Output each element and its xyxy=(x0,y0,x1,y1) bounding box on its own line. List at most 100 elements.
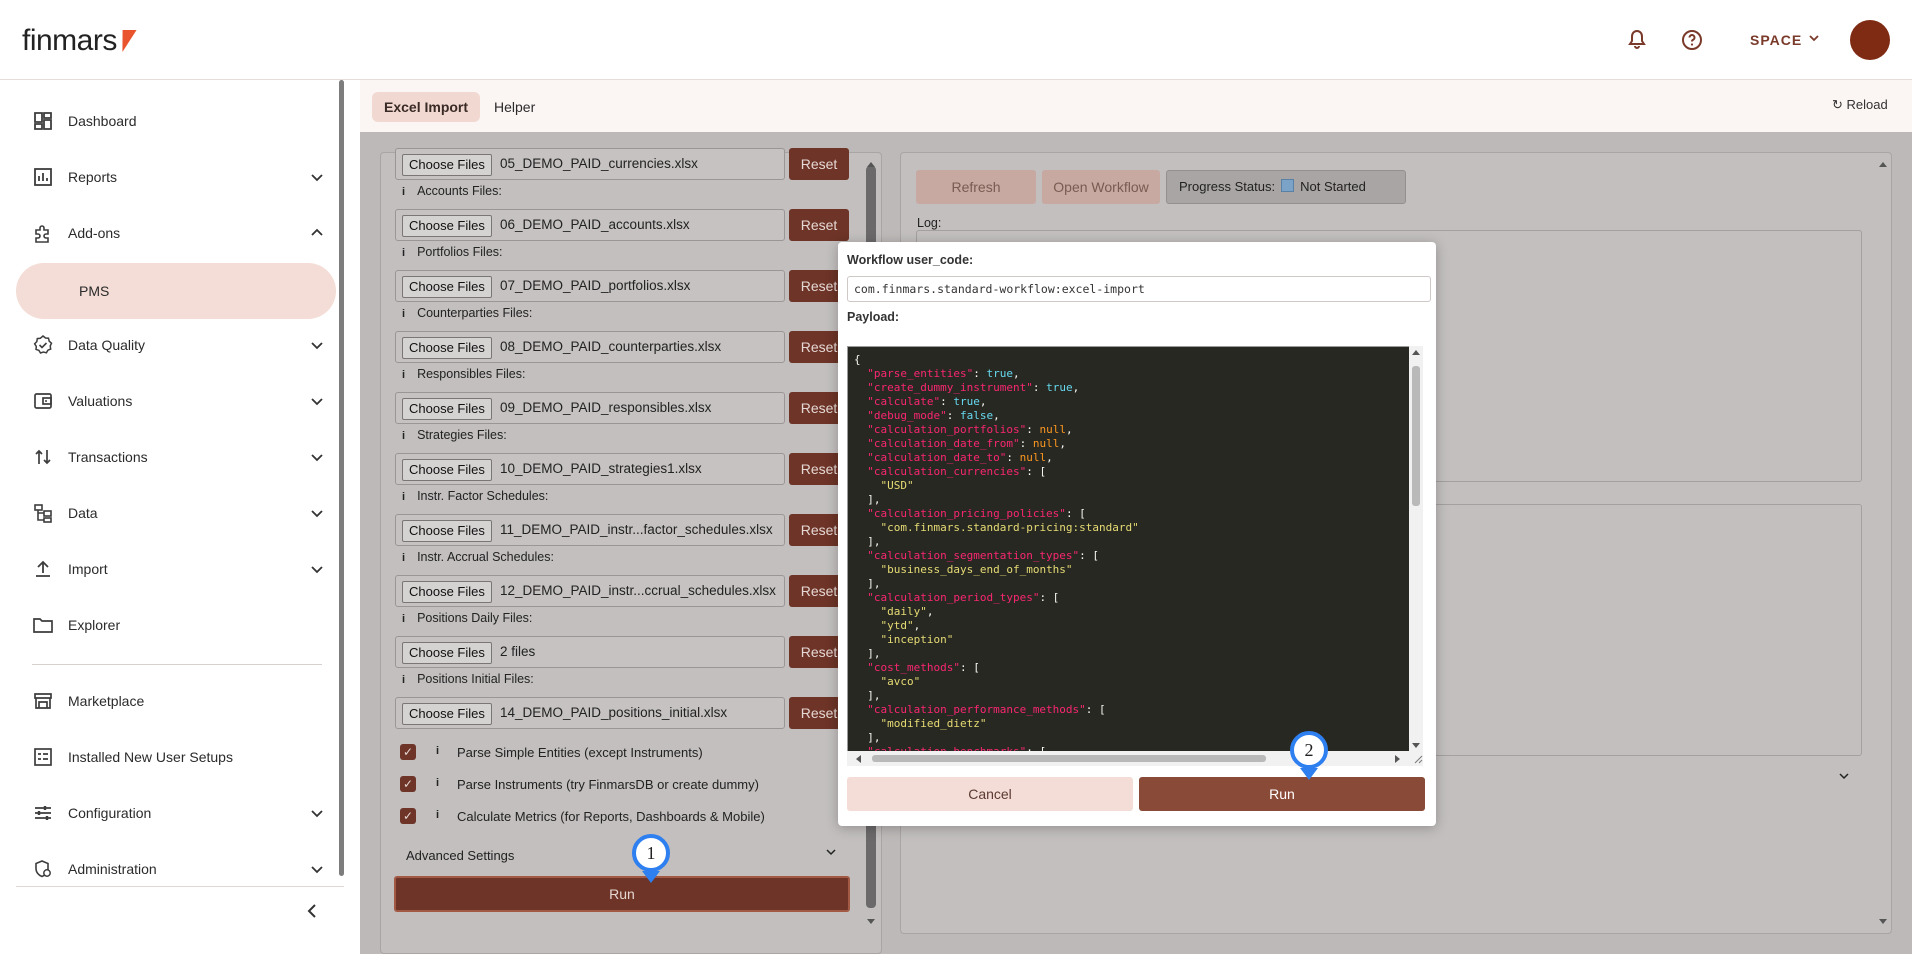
chevron-down-icon[interactable] xyxy=(310,170,324,184)
file-input-row: Choose Files 05_DEMO_PAID_currencies.xlsx xyxy=(395,148,785,180)
chevron-down-icon[interactable] xyxy=(310,806,324,820)
tab-helper[interactable]: Helper xyxy=(482,92,547,122)
choose-files-button[interactable]: Choose Files xyxy=(402,642,492,664)
sidebar-item-transactions[interactable]: Transactions xyxy=(16,434,336,480)
verified-badge-icon xyxy=(33,335,53,354)
scroll-left-icon[interactable] xyxy=(855,755,862,763)
finmars-logo[interactable]: finmars xyxy=(22,24,137,58)
chevron-down-icon[interactable] xyxy=(310,450,324,464)
run-import-button[interactable]: Run xyxy=(394,876,850,912)
scroll-right-icon[interactable] xyxy=(1394,755,1401,763)
checklist-icon xyxy=(34,748,52,766)
payload-horizontal-scroll-thumb[interactable] xyxy=(872,755,1266,762)
choose-files-button[interactable]: Choose Files xyxy=(402,337,492,359)
help-icon[interactable] xyxy=(1680,28,1704,52)
cancel-button[interactable]: Cancel xyxy=(847,777,1133,811)
payload-vertical-scroll-thumb[interactable] xyxy=(1412,366,1420,506)
scroll-down-icon[interactable] xyxy=(1412,742,1420,749)
file-input-row: Choose Files 08_DEMO_PAID_counterparties.… xyxy=(395,331,785,363)
sliders-icon xyxy=(35,806,51,820)
sidebar-item-label: PMS xyxy=(79,283,110,299)
checkbox-checked-icon[interactable]: ✓ xyxy=(400,808,416,824)
logo-mark-icon xyxy=(115,30,137,52)
checkbox-checked-icon[interactable]: ✓ xyxy=(400,776,416,792)
refresh-button[interactable]: Refresh xyxy=(916,170,1036,204)
chevron-down-icon[interactable] xyxy=(310,394,324,408)
file-group-label: i Instr. Factor Schedules: xyxy=(402,489,548,503)
file-input-row: Choose Files 12_DEMO_PAID_instr...ccrual_… xyxy=(395,575,785,607)
sidebar-item-add-ons[interactable]: Add-ons xyxy=(16,210,336,256)
scroll-up-icon[interactable] xyxy=(1878,160,1888,168)
sidebar-item-installed-new-user-setups[interactable]: Installed New User Setups xyxy=(16,734,336,780)
sidebar-item-label: Reports xyxy=(68,169,118,185)
chevron-down-icon[interactable] xyxy=(1808,32,1820,44)
selected-file-name: 05_DEMO_PAID_currencies.xlsx xyxy=(500,156,698,171)
chevron-down-icon[interactable] xyxy=(825,846,837,858)
choose-files-button[interactable]: Choose Files xyxy=(402,703,492,725)
chevron-down-icon[interactable] xyxy=(1838,770,1850,782)
bell-icon[interactable] xyxy=(1625,28,1649,52)
resize-handle-icon[interactable] xyxy=(1413,754,1423,764)
sidebar-item-label: Dashboard xyxy=(68,113,137,129)
sidebar-item-pms[interactable]: PMS xyxy=(16,263,336,319)
run-workflow-button[interactable]: Run xyxy=(1139,777,1425,811)
sidebar-item-label: Marketplace xyxy=(68,693,145,709)
sidebar-item-import[interactable]: Import xyxy=(16,546,336,592)
info-icon: i xyxy=(436,745,440,757)
avatar[interactable] xyxy=(1850,20,1890,60)
choose-files-button[interactable]: Choose Files xyxy=(402,215,492,237)
file-group-label: i Accounts Files: xyxy=(402,184,502,198)
info-icon: i xyxy=(402,430,406,442)
choose-files-button[interactable]: Choose Files xyxy=(402,520,492,542)
file-group-label: i Responsibles Files: xyxy=(402,367,525,381)
sidebar-item-configuration[interactable]: Configuration xyxy=(16,790,336,836)
sidebar-scrollbar[interactable] xyxy=(339,80,344,876)
reload-button[interactable]: ↻ Reload xyxy=(1832,97,1888,113)
chevron-down-icon[interactable] xyxy=(310,338,324,352)
file-group-text: Accounts Files: xyxy=(417,184,502,198)
progress-status: Progress Status: Not Started xyxy=(1166,170,1406,204)
sidebar-item-explorer[interactable]: Explorer xyxy=(16,602,336,648)
file-group-text: Counterparties Files: xyxy=(417,306,533,320)
file-input-row: Choose Files 2 files xyxy=(395,636,785,668)
choose-files-button[interactable]: Choose Files xyxy=(402,398,492,420)
choose-files-button[interactable]: Choose Files xyxy=(402,154,492,176)
sidebar-item-label: Transactions xyxy=(68,449,148,465)
advanced-settings-toggle[interactable]: Advanced Settings xyxy=(406,848,514,863)
chevron-down-icon[interactable] xyxy=(310,506,324,520)
chevron-up-icon[interactable] xyxy=(310,226,324,240)
choose-files-button[interactable]: Choose Files xyxy=(402,459,492,481)
sidebar-item-valuations[interactable]: Valuations xyxy=(16,378,336,424)
scroll-down-icon[interactable] xyxy=(866,918,876,926)
checkbox-checked-icon[interactable]: ✓ xyxy=(400,744,416,760)
scroll-up-icon[interactable] xyxy=(866,160,876,168)
selected-file-name: 2 files xyxy=(500,644,536,659)
open-workflow-button[interactable]: Open Workflow xyxy=(1042,170,1160,204)
sidebar-item-data-quality[interactable]: Data Quality xyxy=(16,322,336,368)
selected-file-name: 10_DEMO_PAID_strategies1.xlsx xyxy=(500,461,702,476)
space-selector[interactable]: SPACE xyxy=(1750,32,1802,48)
choose-files-button[interactable]: Choose Files xyxy=(402,276,492,298)
choose-files-button[interactable]: Choose Files xyxy=(402,581,492,603)
chevron-down-icon[interactable] xyxy=(310,862,324,876)
file-group-text: Positions Daily Files: xyxy=(417,611,533,625)
top-bar: finmars SPACE xyxy=(0,0,1912,80)
chevron-down-icon[interactable] xyxy=(310,562,324,576)
sidebar-item-label: Import xyxy=(68,561,108,577)
payload-editor[interactable]: { "parse_entities": true, "create_dummy_… xyxy=(847,346,1423,766)
sidebar-item-reports[interactable]: Reports xyxy=(16,154,336,200)
sidebar-item-data[interactable]: Data xyxy=(16,490,336,536)
tab-excel-import[interactable]: Excel Import xyxy=(372,92,481,122)
file-group-text: Positions Initial Files: xyxy=(417,672,534,686)
scroll-up-icon[interactable] xyxy=(1412,349,1420,356)
collapse-sidebar-chevron-left-icon[interactable] xyxy=(305,903,319,919)
upload-icon xyxy=(36,560,50,577)
reset-button[interactable]: Reset xyxy=(789,148,849,180)
sidebar-item-dashboard[interactable]: Dashboard xyxy=(16,98,336,144)
user-code-input[interactable]: com.finmars.standard-workflow:excel-impo… xyxy=(847,276,1431,302)
sidebar-item-marketplace[interactable]: Marketplace xyxy=(16,678,336,724)
info-icon: i xyxy=(402,308,406,320)
scroll-down-icon[interactable] xyxy=(1878,918,1888,926)
reset-button[interactable]: Reset xyxy=(789,209,849,241)
wallet-icon xyxy=(34,393,52,409)
